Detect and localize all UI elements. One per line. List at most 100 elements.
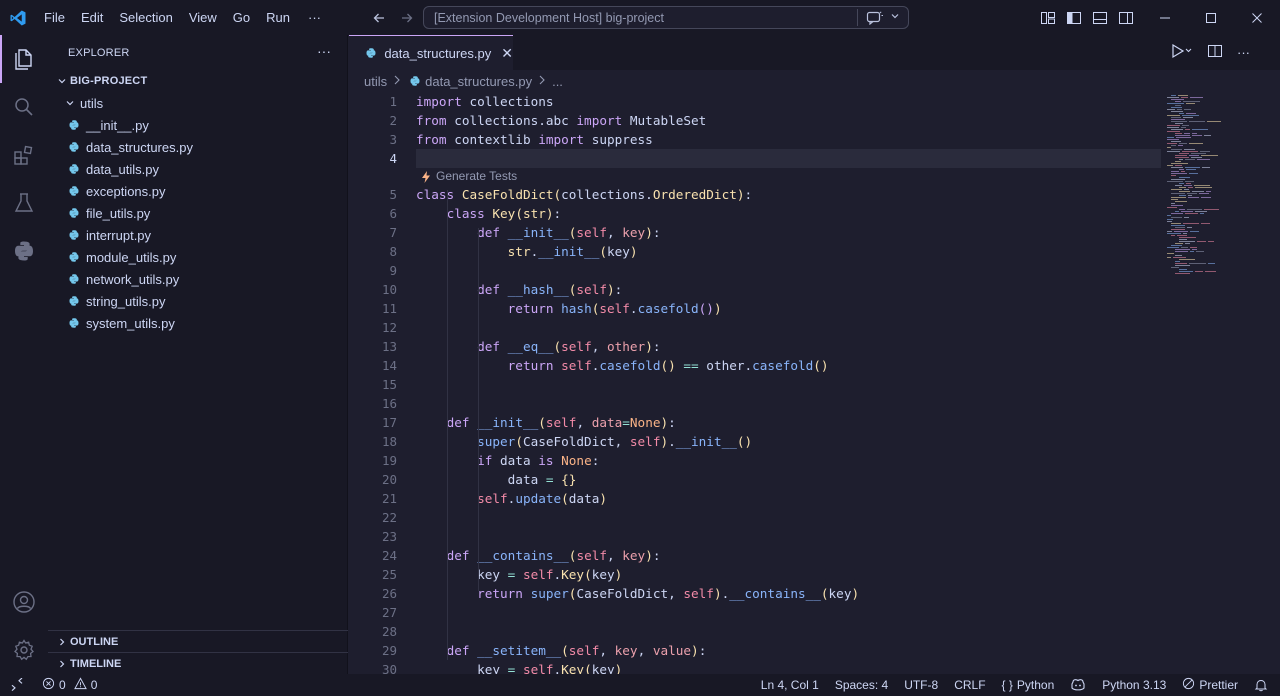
settings-gear-icon[interactable] [0,626,48,674]
minimap-line [1206,191,1211,192]
breadcrumb-file[interactable]: data_structures.py [407,73,532,89]
project-name: BIG-PROJECT [70,75,148,87]
file-label: interrupt.py [86,227,152,243]
encoding[interactable]: UTF-8 [896,678,946,692]
file-item[interactable]: data_structures.py [48,136,347,158]
minimap-line [1171,149,1182,150]
toggle-panel-icon[interactable] [1092,10,1108,26]
folder-utils[interactable]: utils [48,92,347,114]
line-number: 24 [381,548,397,563]
code-editor[interactable]: 1 2 3 4 5 6 7 8 9 10 11 12 13 14 15 16 17 18 19 20 21 22 23 24 2… [349,92,1161,674]
breadcrumb-folder[interactable]: utils [364,74,387,89]
timeline-section[interactable]: TIMELINE [48,652,348,674]
minimap[interactable] [1161,92,1280,674]
maximize-icon[interactable] [1188,0,1234,35]
indentation[interactable]: Spaces: 4 [827,678,896,692]
minimap-line [1179,191,1190,192]
generate-tests-codelens[interactable]: Generate Tests [416,168,1161,185]
line-number: 23 [381,529,397,544]
testing-beaker-icon[interactable] [0,179,48,227]
chevron-down-icon[interactable] [890,11,900,24]
minimap-line [1171,205,1183,206]
minimap-line [1167,257,1171,258]
breadcrumb: utils data_structures.py ... [349,70,1280,92]
python-interpreter[interactable]: Python 3.13 [1094,678,1174,692]
minimap-line [1175,101,1181,102]
file-item[interactable]: file_utils.py [48,202,347,224]
menu-file[interactable]: File [36,0,73,35]
braces-icon: { } [1001,678,1013,692]
minimize-icon[interactable] [1142,0,1188,35]
explorer-more-actions[interactable]: ··· [317,43,331,59]
language-mode[interactable]: { } Python [994,678,1063,692]
file-item[interactable]: network_utils.py [48,268,347,290]
code-line: if data is None: [477,453,600,468]
copilot-icon[interactable] [1062,678,1094,692]
file-item[interactable]: module_utils.py [48,246,347,268]
menu-more-button[interactable]: ··· [298,10,331,25]
minimap-line [1204,135,1211,136]
copilot-chat-icon[interactable] [866,10,884,26]
run-python-icon[interactable] [1171,43,1193,62]
remote-indicator-icon[interactable] [0,674,34,696]
accounts-icon[interactable] [0,578,48,626]
close-window-icon[interactable] [1234,0,1280,35]
file-item[interactable]: string_utils.py [48,290,347,312]
menu-selection[interactable]: Selection [111,0,180,35]
file-item[interactable]: system_utils.py [48,312,347,334]
tab-data-structures[interactable]: data_structures.py ✕ [349,35,513,70]
forward-arrow-icon[interactable] [396,7,418,29]
status-bar-right: Ln 4, Col 1 Spaces: 4 UTF-8 CRLF { } Pyt… [753,674,1276,696]
search-icon[interactable] [0,83,48,131]
file-item[interactable]: exceptions.py [48,180,347,202]
file-label: module_utils.py [86,249,177,265]
minimap-line [1167,109,1175,110]
back-arrow-icon[interactable] [368,7,390,29]
code-line: def __init__(self, data=None): [446,415,676,430]
file-item[interactable]: interrupt.py [48,224,347,246]
code-line: return hash(self.casefold()) [507,301,722,316]
menu-go[interactable]: Go [225,0,258,35]
close-tab-icon[interactable]: ✕ [501,45,513,62]
minimap-line [1167,233,1181,234]
menu-run[interactable]: Run [258,0,298,35]
more-actions-icon[interactable]: ··· [1237,45,1250,60]
command-center[interactable]: [Extension Development Host] big-project [423,6,909,29]
menu-view[interactable]: View [181,0,225,35]
extensions-icon[interactable] [0,131,48,179]
minimap-line [1188,197,1199,198]
minimap-line [1179,239,1187,240]
minimap-line [1175,133,1182,134]
code-line: def __hash__(self): [477,282,623,297]
split-editor-icon[interactable] [1207,43,1223,62]
file-label: network_utils.py [86,271,180,287]
minimap-line [1188,195,1192,196]
minimap-line [1171,107,1182,108]
cursor-position[interactable]: Ln 4, Col 1 [753,678,827,692]
problems-indicator[interactable]: 0 0 [34,677,105,693]
file-item[interactable]: __init__.py [48,114,347,136]
end-of-line[interactable]: CRLF [946,678,993,692]
code-line: def __setitem__(self, key, value): [446,643,707,658]
toggle-secondary-sidebar-icon[interactable] [1118,10,1134,26]
python-icon[interactable] [0,227,48,275]
prettier-status[interactable]: Prettier [1174,677,1246,693]
minimap-line [1175,211,1179,212]
menu-edit[interactable]: Edit [73,0,111,35]
code-line: str.__init__(key) [507,244,638,259]
outline-section[interactable]: OUTLINE [48,630,348,652]
project-folder[interactable]: BIG-PROJECT [48,70,347,92]
minimap-line [1171,167,1183,168]
minimap-line [1175,227,1185,228]
file-item[interactable]: data_utils.py [48,158,347,180]
notifications-bell-icon[interactable] [1246,678,1276,692]
explorer-icon[interactable] [0,35,48,83]
indent-guide [478,494,479,591]
minimap-line [1175,123,1183,124]
minimap-line [1175,105,1181,106]
toggle-primary-sidebar-icon[interactable] [1066,10,1082,26]
chevron-down-icon [54,76,70,86]
customize-layout-icon[interactable] [1040,10,1056,26]
minimap-line [1183,233,1187,234]
breadcrumb-more[interactable]: ... [552,74,563,89]
